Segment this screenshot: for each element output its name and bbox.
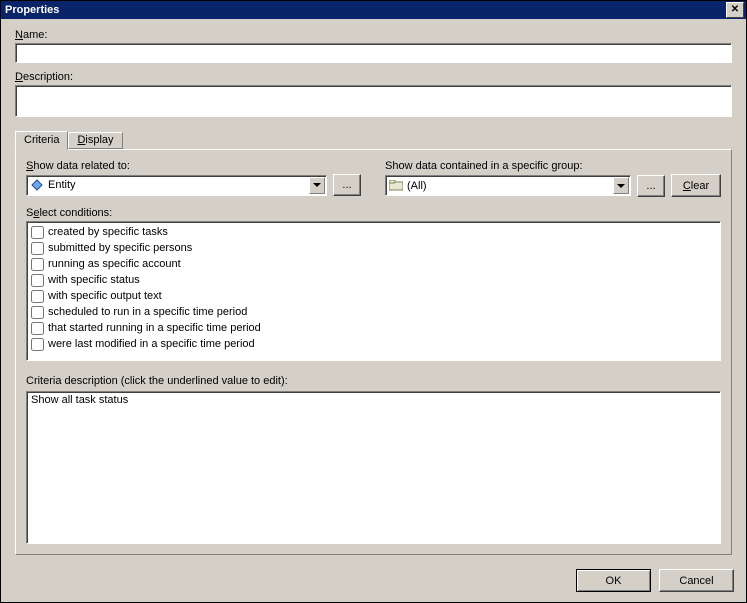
clear-button[interactable]: Clear xyxy=(671,174,721,197)
condition-label: with specific output text xyxy=(48,290,162,302)
name-label: Name: xyxy=(15,29,732,41)
description-field-block: Description: xyxy=(15,71,732,120)
titlebar-text: Properties xyxy=(3,4,726,16)
condition-checkbox[interactable] xyxy=(31,290,44,303)
condition-label: created by specific tasks xyxy=(48,226,168,238)
condition-item[interactable]: were last modified in a specific time pe… xyxy=(31,336,716,352)
condition-label: were last modified in a specific time pe… xyxy=(48,338,255,350)
related-to-value: Entity xyxy=(48,179,309,191)
description-label: Description: xyxy=(15,71,732,83)
condition-label: that started running in a specific time … xyxy=(48,322,261,334)
condition-checkbox[interactable] xyxy=(31,274,44,287)
dialog-body: Name: Description: Criteria Display Show… xyxy=(1,19,746,561)
dialog-footer: OK Cancel xyxy=(1,561,746,602)
group-value: (All) xyxy=(407,180,613,192)
condition-item[interactable]: created by specific tasks xyxy=(31,224,716,240)
condition-item[interactable]: scheduled to run in a specific time peri… xyxy=(31,304,716,320)
condition-item[interactable]: with specific status xyxy=(31,272,716,288)
condition-label: running as specific account xyxy=(48,258,181,270)
close-icon: ✕ xyxy=(731,5,739,15)
condition-item[interactable]: submitted by specific persons xyxy=(31,240,716,256)
chevron-down-icon xyxy=(309,177,325,194)
titlebar: Properties ✕ xyxy=(1,1,746,19)
group-icon xyxy=(389,179,403,193)
related-to-label: Show data related to: xyxy=(26,160,361,172)
criteria-description-block: Criteria description (click the underlin… xyxy=(26,375,721,544)
condition-label: with specific status xyxy=(48,274,140,286)
ok-button[interactable]: OK xyxy=(576,569,651,592)
tab-panel-criteria: Show data related to: Entity ... xyxy=(15,149,732,555)
related-to-col: Show data related to: Entity ... xyxy=(26,160,361,197)
group-dropdown[interactable]: (All) xyxy=(385,175,631,196)
select-conditions-label: Select conditions: xyxy=(26,207,721,219)
condition-checkbox[interactable] xyxy=(31,242,44,255)
criteria-top-row: Show data related to: Entity ... xyxy=(26,160,721,197)
criteria-description-label: Criteria description (click the underlin… xyxy=(26,375,721,387)
select-conditions-block: Select conditions: created by specific t… xyxy=(26,207,721,361)
conditions-listbox[interactable]: created by specific tasks submitted by sp… xyxy=(26,221,721,361)
condition-item[interactable]: with specific output text xyxy=(31,288,716,304)
condition-checkbox[interactable] xyxy=(31,226,44,239)
group-browse-button[interactable]: ... xyxy=(637,175,665,197)
tab-strip: Criteria Display xyxy=(15,130,732,149)
entity-icon xyxy=(30,178,44,192)
related-to-browse-button[interactable]: ... xyxy=(333,174,361,196)
condition-checkbox[interactable] xyxy=(31,258,44,271)
condition-item[interactable]: that started running in a specific time … xyxy=(31,320,716,336)
tab-display[interactable]: Display xyxy=(68,132,122,149)
description-input[interactable] xyxy=(15,85,732,117)
criteria-description-text: Show all task status xyxy=(31,394,128,406)
condition-item[interactable]: running as specific account xyxy=(31,256,716,272)
close-button[interactable]: ✕ xyxy=(726,2,744,18)
tabs: Criteria Display Show data related to: E… xyxy=(15,130,732,555)
name-field-block: Name: xyxy=(15,29,732,63)
related-to-dropdown[interactable]: Entity xyxy=(26,175,327,196)
condition-checkbox[interactable] xyxy=(31,322,44,335)
name-input[interactable] xyxy=(15,43,732,63)
group-label: Show data contained in a specific group: xyxy=(385,160,721,172)
condition-checkbox[interactable] xyxy=(31,338,44,351)
tab-criteria[interactable]: Criteria xyxy=(15,131,68,150)
chevron-down-icon xyxy=(613,177,629,194)
criteria-description-box[interactable]: Show all task status xyxy=(26,391,721,544)
cancel-button[interactable]: Cancel xyxy=(659,569,734,592)
condition-label: submitted by specific persons xyxy=(48,242,192,254)
condition-checkbox[interactable] xyxy=(31,306,44,319)
condition-label: scheduled to run in a specific time peri… xyxy=(48,306,247,318)
properties-dialog: Properties ✕ Name: Description: Criteria… xyxy=(0,0,747,603)
group-col: Show data contained in a specific group:… xyxy=(385,160,721,197)
